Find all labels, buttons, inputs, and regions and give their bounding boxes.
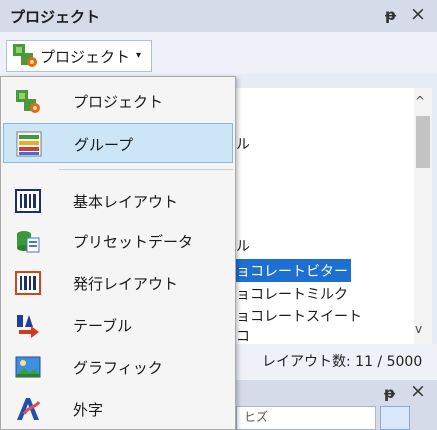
tree-item[interactable]: ル (236, 134, 250, 154)
menu-item-label: テーブル (73, 317, 133, 335)
menu-item-group[interactable]: グループ (3, 123, 233, 163)
menu-item-label: プリセットデータ (73, 233, 194, 251)
lower-panel-button[interactable] (380, 406, 410, 430)
layout-icon (15, 189, 41, 213)
tree-item[interactable]: ョコレートミルク (236, 284, 348, 304)
menu-item-label: グループ (74, 136, 134, 154)
layout-count: レイアウト数: 11 / 5000 (262, 354, 423, 370)
menu-item-label: 発行レイアウト (73, 275, 179, 293)
menu-item-graphic[interactable]: グラフィック (3, 347, 233, 387)
menu-item-label: グラフィック (73, 359, 163, 377)
menu-item-gaiji[interactable]: 外字 (3, 389, 233, 429)
table-icon (17, 315, 39, 338)
lower-close-button[interactable]: × (410, 380, 426, 402)
pin-button[interactable]: ᵽ (385, 6, 396, 24)
project-dropdown-label: プロジェクト (40, 48, 131, 66)
group-icon (16, 131, 42, 157)
menu-item-basic-layout[interactable]: 基本レイアウト (3, 181, 233, 221)
publish-layout-icon (15, 271, 41, 295)
scroll-up-icon[interactable]: ^ (415, 94, 425, 108)
lower-pin-button[interactable]: ᵽ (384, 384, 395, 402)
tree-item[interactable]: ョコレートスイート (236, 306, 362, 326)
tree-item-selected[interactable]: ョコレートビター (236, 261, 348, 281)
menu-item-label: 外字 (73, 401, 104, 419)
menu-item-project[interactable]: プロジェクト (3, 81, 233, 121)
menu-item-table[interactable]: テーブル (3, 305, 233, 345)
project-icon (16, 90, 40, 113)
menu-separator (59, 169, 233, 170)
graphic-icon (15, 356, 41, 378)
tree-item[interactable]: ル (236, 236, 250, 256)
menu-item-label: プロジェクト (73, 93, 164, 111)
gaiji-icon (17, 398, 41, 420)
scroll-down-icon[interactable]: v (415, 322, 422, 336)
chevron-down-icon: ▾ (136, 50, 142, 61)
close-button[interactable]: × (410, 3, 426, 25)
lower-field-text: ヒズ (244, 410, 269, 424)
scrollbar-thumb[interactable] (416, 116, 430, 168)
panel-title: プロジェクト (10, 8, 101, 26)
project-icon (13, 44, 37, 67)
menu-item-publish-layout[interactable]: 発行レイアウト (3, 263, 233, 303)
tree-item[interactable]: コ (236, 326, 250, 346)
preset-data-icon (17, 231, 40, 253)
project-dropdown-menu: プロジェクト グループ 基本レイアウト プリセットデータ 発行レイアウト テーブ… (0, 76, 236, 430)
menu-item-label: 基本レイアウト (73, 193, 179, 211)
menu-item-preset-data[interactable]: プリセットデータ (3, 221, 233, 261)
